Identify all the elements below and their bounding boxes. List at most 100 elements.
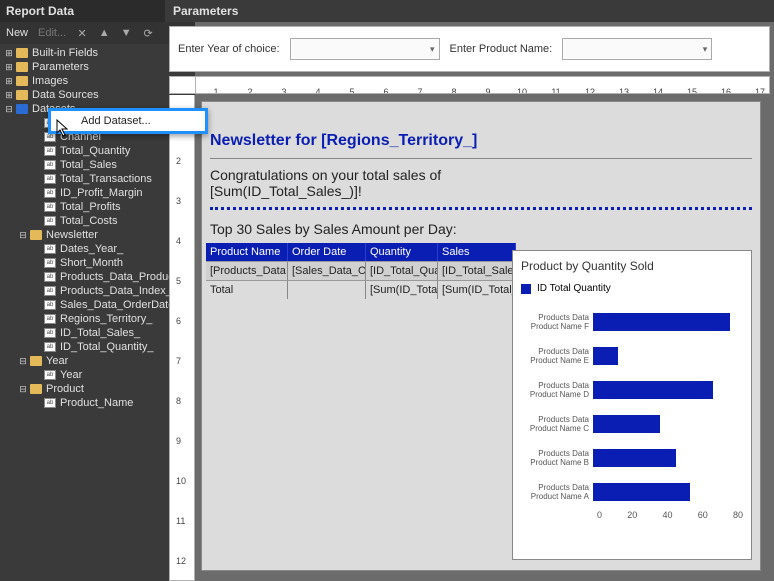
field-icon: ab <box>44 272 56 282</box>
tree-images[interactable]: Images <box>32 74 68 88</box>
legend-swatch <box>521 284 531 294</box>
ruler-tick: 13 <box>619 87 629 94</box>
ruler-tick: 6 <box>383 87 388 94</box>
ruler-tick: 15 <box>687 87 697 94</box>
report-data-title: Report Data <box>6 4 74 18</box>
refresh-icon[interactable]: ⟳ <box>142 27 154 39</box>
chevron-down-icon: ▾ <box>703 44 708 55</box>
folder-icon <box>16 62 28 72</box>
sales-table[interactable]: Product Name Order Date Quantity Sales [… <box>206 243 516 299</box>
delete-icon: ✕ <box>76 27 88 39</box>
tree-parameters[interactable]: Parameters <box>32 60 89 74</box>
chart-product-quantity[interactable]: Product by Quantity Sold ID Total Quanti… <box>512 250 752 560</box>
axis-tick: 60 <box>698 510 708 520</box>
bar-fill <box>593 347 618 365</box>
field[interactable]: Total_Quantity <box>60 144 130 158</box>
report-headline[interactable]: Newsletter for [Regions_Territory_] <box>202 132 760 158</box>
expand-icon[interactable]: ⊞ <box>4 88 14 102</box>
axis-tick: 80 <box>733 510 743 520</box>
collapse-icon[interactable]: ⊟ <box>18 354 28 368</box>
field-icon: ab <box>44 146 56 156</box>
new-button[interactable]: New <box>6 27 28 39</box>
cursor-icon <box>56 119 70 137</box>
move-down-icon: ▼ <box>120 27 132 39</box>
bar-track <box>593 347 743 365</box>
field[interactable]: Product_Name <box>60 396 133 410</box>
bar-row: Products Data Product Name B <box>521 444 743 472</box>
vertical-ruler: 123456789101112 <box>169 95 195 581</box>
tree-product[interactable]: Product <box>46 382 84 396</box>
bar-fill <box>593 449 676 467</box>
tree-newsletter[interactable]: Newsletter <box>46 228 98 242</box>
congrats-text[interactable]: Congratulations on your total sales of [… <box>202 167 760 199</box>
field[interactable]: Products_Data_Index_ <box>60 284 172 298</box>
ruler-tick: 6 <box>176 316 181 326</box>
bar-track <box>593 313 743 331</box>
tree-year[interactable]: Year <box>46 354 68 368</box>
bar-label: Products Data Product Name A <box>521 483 593 501</box>
table-row[interactable]: Total [Sum(ID_Total_Q [Sum(ID_Total_ <box>206 280 516 299</box>
folder-icon <box>16 90 28 100</box>
field[interactable]: Total_Transactions <box>60 172 152 186</box>
ruler-tick: 12 <box>176 556 186 566</box>
tree-datasources[interactable]: Data Sources <box>32 88 99 102</box>
field[interactable]: ID_Total_Sales_ <box>60 326 140 340</box>
horizontal-ruler: 1234567891011121314151617 <box>169 76 770 94</box>
field-icon: ab <box>44 328 56 338</box>
context-menu: Add Dataset... <box>48 108 208 134</box>
ruler-corner <box>170 77 196 93</box>
col-orderdate: Order Date <box>288 243 366 261</box>
bar-track <box>593 483 743 501</box>
param-product-combo[interactable]: ▾ <box>562 38 712 60</box>
expand-icon[interactable]: ⊞ <box>4 60 14 74</box>
col-product: Product Name <box>206 243 288 261</box>
ruler-tick: 2 <box>247 87 252 94</box>
ruler-tick: 12 <box>585 87 595 94</box>
field[interactable]: Total_Costs <box>60 214 117 228</box>
ruler-tick: 9 <box>485 87 490 94</box>
ruler-tick: 10 <box>517 87 527 94</box>
collapse-icon[interactable]: ⊟ <box>4 102 14 116</box>
field-icon: ab <box>44 188 56 198</box>
bar-label: Products Data Product Name E <box>521 347 593 365</box>
field-icon: ab <box>44 370 56 380</box>
bar-label: Products Data Product Name C <box>521 415 593 433</box>
field[interactable]: Total_Sales <box>60 158 117 172</box>
col-sales: Sales <box>438 243 516 261</box>
report-page[interactable]: Newsletter for [Regions_Territory_] Cong… <box>201 101 761 571</box>
field[interactable]: Dates_Year_ <box>60 242 123 256</box>
table-row[interactable]: [Products_Data [Sales_Data_Or [ID_Total_… <box>206 261 516 280</box>
tree-builtin[interactable]: Built-in Fields <box>32 46 98 60</box>
field[interactable]: ID_Total_Quantity_ <box>60 340 154 354</box>
field[interactable]: Sales_Data_OrderDate_ <box>60 298 180 312</box>
collapse-icon[interactable]: ⊟ <box>18 228 28 242</box>
collapse-icon[interactable]: ⊟ <box>18 382 28 396</box>
ruler-tick: 14 <box>653 87 663 94</box>
folder-icon <box>16 104 28 114</box>
ruler-tick: 11 <box>551 87 560 94</box>
bar-row: Products Data Product Name F <box>521 308 743 336</box>
design-canvas: 123456789101112 Newsletter for [Regions_… <box>169 95 774 581</box>
congrats-line2: [Sum(ID_Total_Sales_)]! <box>210 183 752 199</box>
subhead[interactable]: Top 30 Sales by Sales Amount per Day: <box>202 219 760 243</box>
expand-icon[interactable]: ⊞ <box>4 46 14 60</box>
chart-axis: 020406080 <box>597 510 743 520</box>
add-dataset-menu-item[interactable]: Add Dataset... <box>51 111 205 131</box>
field[interactable]: Products_Data_Product <box>60 270 177 284</box>
field[interactable]: Year <box>60 368 82 382</box>
folder-icon <box>16 76 28 86</box>
expand-icon[interactable]: ⊞ <box>4 74 14 88</box>
ruler-tick: 7 <box>176 356 181 366</box>
ruler-tick: 16 <box>721 87 731 94</box>
field[interactable]: Total_Profits <box>60 200 121 214</box>
field[interactable]: Short_Month <box>60 256 123 270</box>
ruler-tick: 1 <box>213 87 218 94</box>
field[interactable]: ID_Profit_Margin <box>60 186 143 200</box>
dataset-icon <box>30 230 42 240</box>
ruler-tick: 8 <box>451 87 456 94</box>
bar-row: Products Data Product Name D <box>521 376 743 404</box>
ruler-tick: 7 <box>417 87 422 94</box>
report-surface[interactable]: Newsletter for [Regions_Territory_] Cong… <box>195 95 774 581</box>
param-year-combo[interactable]: ▾ <box>290 38 440 60</box>
field[interactable]: Regions_Territory_ <box>60 312 152 326</box>
